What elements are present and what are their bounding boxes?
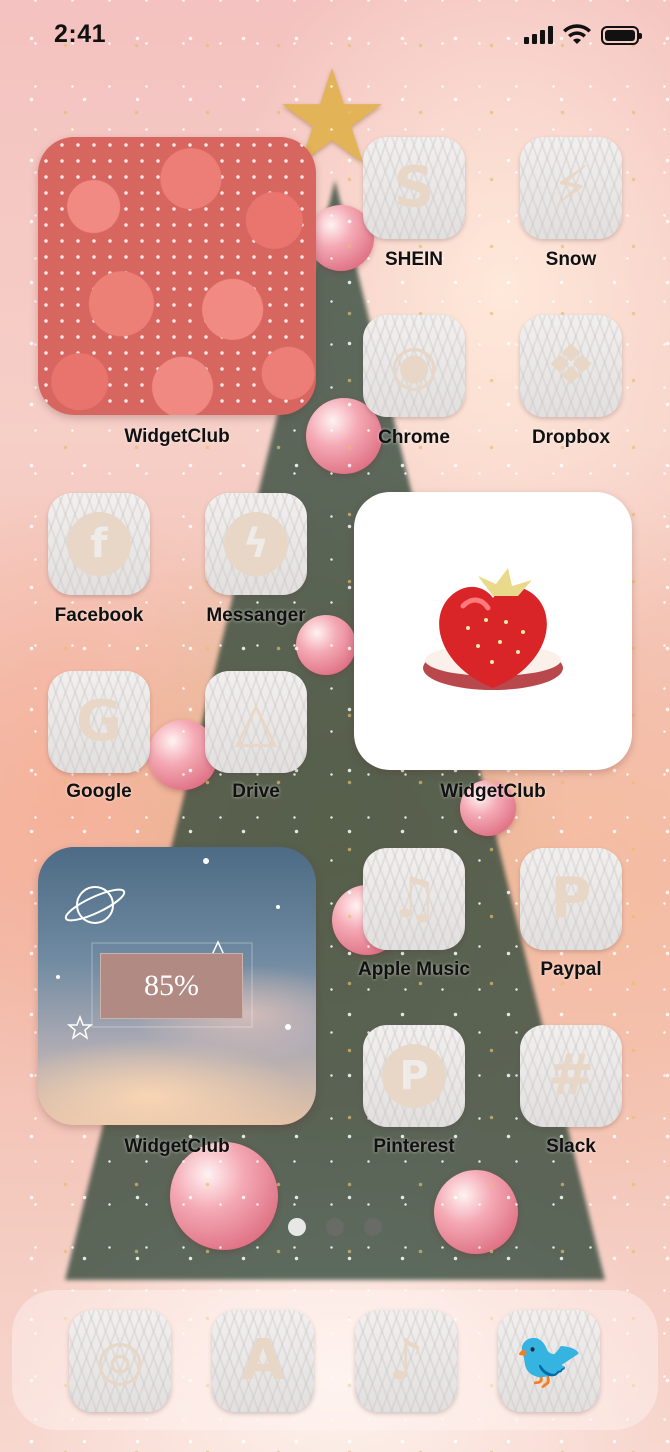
app-label: Slack xyxy=(546,1136,596,1157)
google-icon: G xyxy=(76,689,122,754)
page-dot[interactable] xyxy=(326,1218,344,1236)
cellular-signal-icon xyxy=(524,26,553,44)
page-indicator[interactable] xyxy=(0,1218,670,1236)
music-icon: ♫ xyxy=(388,866,440,931)
chrome-icon: ◉ xyxy=(389,333,439,398)
page-dot[interactable] xyxy=(288,1218,306,1236)
app-label: Snow xyxy=(545,249,597,270)
widget-label: WidgetClub xyxy=(124,1136,230,1157)
battery-icon xyxy=(601,26,642,45)
status-bar: 2:41 xyxy=(0,0,670,70)
app-label: Chrome xyxy=(378,427,450,448)
wifi-icon xyxy=(563,24,591,44)
drive-icon: △ xyxy=(234,689,278,754)
instagram-icon: ◎ xyxy=(95,1328,145,1393)
app-store-icon: A xyxy=(241,1328,285,1393)
app-label: Drive xyxy=(232,781,280,802)
app-label: Pinterest xyxy=(373,1136,455,1157)
app-label: Google xyxy=(66,781,132,802)
dropbox-icon: ❖ xyxy=(545,333,597,398)
widget-label: WidgetClub xyxy=(440,781,546,802)
messenger-icon: ϟ xyxy=(224,512,288,576)
pinterest-icon: P xyxy=(382,1044,446,1108)
slack-icon: # xyxy=(547,1043,595,1108)
twitter-icon: 🐦 xyxy=(514,1328,584,1393)
snow-icon: ⚡ xyxy=(551,155,591,220)
shein-icon: S xyxy=(393,155,435,220)
app-label: Paypal xyxy=(540,959,602,980)
paypal-icon: P xyxy=(550,866,592,931)
tiktok-icon: ♪ xyxy=(388,1328,424,1393)
page-dot[interactable] xyxy=(364,1218,382,1236)
widget-strawberry-photo[interactable] xyxy=(38,137,316,415)
strawberry-cake-image xyxy=(423,568,563,690)
facebook-icon: f xyxy=(67,512,131,576)
widget-label: WidgetClub xyxy=(124,426,230,447)
widget-strawberry-cake-photo[interactable] xyxy=(354,492,632,770)
app-label: Apple Music xyxy=(358,959,470,980)
app-label: Facebook xyxy=(54,605,144,626)
app-label: Messanger xyxy=(206,605,306,626)
app-label: SHEIN xyxy=(384,249,444,270)
widget-battery[interactable]: 85% xyxy=(38,847,316,1125)
battery-percentage-box: 85% xyxy=(100,953,243,1019)
status-time: 2:41 xyxy=(54,20,107,48)
battery-percentage: 85% xyxy=(144,969,199,1002)
app-label: Dropbox xyxy=(531,427,611,448)
